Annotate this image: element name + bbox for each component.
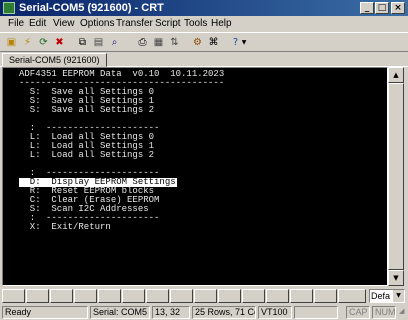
scroll-down-button[interactable]: ▼ xyxy=(388,270,404,286)
status-cursor: 13, 32 xyxy=(152,306,190,319)
terminal-line: S: Save all Settings 2 xyxy=(19,105,155,115)
status-session: Serial: COM5 xyxy=(90,306,150,319)
scroll-up-button[interactable]: ▲ xyxy=(388,67,404,83)
quick-connect-icon[interactable]: ⚡ xyxy=(20,35,35,50)
properties-icon[interactable]: ⚙ xyxy=(190,35,205,50)
session-tabs: Serial-COM5 (921600) xyxy=(0,53,408,67)
print-icon[interactable]: ⎙ xyxy=(135,35,150,50)
status-num: NUM xyxy=(372,306,396,319)
scroll-thumb[interactable] xyxy=(388,83,404,270)
disconnect-icon[interactable]: ✖ xyxy=(52,35,67,50)
status-size: 25 Rows, 71 Cols xyxy=(192,306,256,319)
menu-options[interactable]: Options xyxy=(80,17,114,31)
tab-serial-com5[interactable]: Serial-COM5 (921600) xyxy=(2,53,107,67)
connect-icon[interactable]: ▣ xyxy=(4,35,19,50)
button-bar-select[interactable]: Defa ▼ xyxy=(369,289,405,303)
find-icon[interactable]: ⌕ xyxy=(107,35,122,50)
terminal-screen[interactable]: ADF4351 EEPROM Data v0.10 10.11.2023 ---… xyxy=(2,67,388,286)
toolbar: ▣ ⚡ ⟳ ✖ ⧉ ▤ ⌕ ⎙ ▦ ⇅ ⚙ ⌘ ? ▼ xyxy=(0,32,408,52)
minimize-button[interactable]: _ xyxy=(360,2,374,14)
button-bar-button[interactable] xyxy=(146,289,169,303)
button-bar-button[interactable] xyxy=(50,289,73,303)
button-bar-button[interactable] xyxy=(74,289,97,303)
button-bar-button[interactable] xyxy=(122,289,145,303)
menu-tools[interactable]: Tools xyxy=(184,17,207,31)
button-bar-button[interactable] xyxy=(98,289,121,303)
menu-help[interactable]: Help xyxy=(211,17,232,31)
status-bar: Ready Serial: COM5 13, 32 25 Rows, 71 Co… xyxy=(0,305,408,320)
status-cap: CAP xyxy=(346,306,370,319)
close-button[interactable]: × xyxy=(391,2,405,14)
terminal-line: L: Load all Settings 2 xyxy=(19,150,155,160)
status-ready: Ready xyxy=(2,306,88,319)
maximize-button[interactable]: □ xyxy=(375,2,389,14)
help-dropdown-icon[interactable]: ▼ xyxy=(240,35,248,50)
button-bar-button[interactable] xyxy=(170,289,193,303)
reconnect-icon[interactable]: ⟳ xyxy=(36,35,51,50)
button-bar-button[interactable] xyxy=(194,289,217,303)
button-bar-button[interactable] xyxy=(2,289,25,303)
resize-grip-icon[interactable]: ◢ xyxy=(397,306,407,319)
button-bar-button[interactable] xyxy=(314,289,337,303)
map-keys-icon[interactable]: ⌘ xyxy=(206,35,221,50)
menu-view[interactable]: View xyxy=(53,17,75,31)
menu-transfer[interactable]: Transfer xyxy=(116,17,153,31)
copy-icon[interactable]: ⧉ xyxy=(75,35,90,50)
status-emulation: VT100 xyxy=(258,306,292,319)
button-bar-select-value: Defa xyxy=(371,291,391,301)
title-bar[interactable]: Serial-COM5 (921600) - CRT _ □ × xyxy=(0,0,408,16)
print-setup-icon[interactable]: ▦ xyxy=(151,35,166,50)
window-title: Serial-COM5 (921600) - CRT xyxy=(19,2,164,14)
vertical-scrollbar[interactable]: ▲ ▼ xyxy=(388,67,404,286)
menu-bar: File Edit View Options Transfer Script T… xyxy=(0,17,408,31)
app-icon[interactable] xyxy=(3,2,15,14)
menu-edit[interactable]: Edit xyxy=(29,17,46,31)
button-bar-button[interactable] xyxy=(266,289,289,303)
button-bar-button[interactable] xyxy=(242,289,265,303)
terminal-line: X: Exit/Return xyxy=(19,222,111,232)
button-bar: Defa ▼ xyxy=(0,288,408,304)
button-bar-button[interactable] xyxy=(338,289,366,303)
button-bar-button[interactable] xyxy=(218,289,241,303)
button-bar-button[interactable] xyxy=(26,289,49,303)
paste-icon[interactable]: ▤ xyxy=(91,35,106,50)
status-blank xyxy=(294,306,338,319)
menu-script[interactable]: Script xyxy=(155,17,181,31)
chevron-down-icon[interactable]: ▼ xyxy=(393,290,404,302)
transfer-icon[interactable]: ⇅ xyxy=(167,35,182,50)
button-bar-button[interactable] xyxy=(290,289,313,303)
menu-file[interactable]: File xyxy=(8,17,24,31)
